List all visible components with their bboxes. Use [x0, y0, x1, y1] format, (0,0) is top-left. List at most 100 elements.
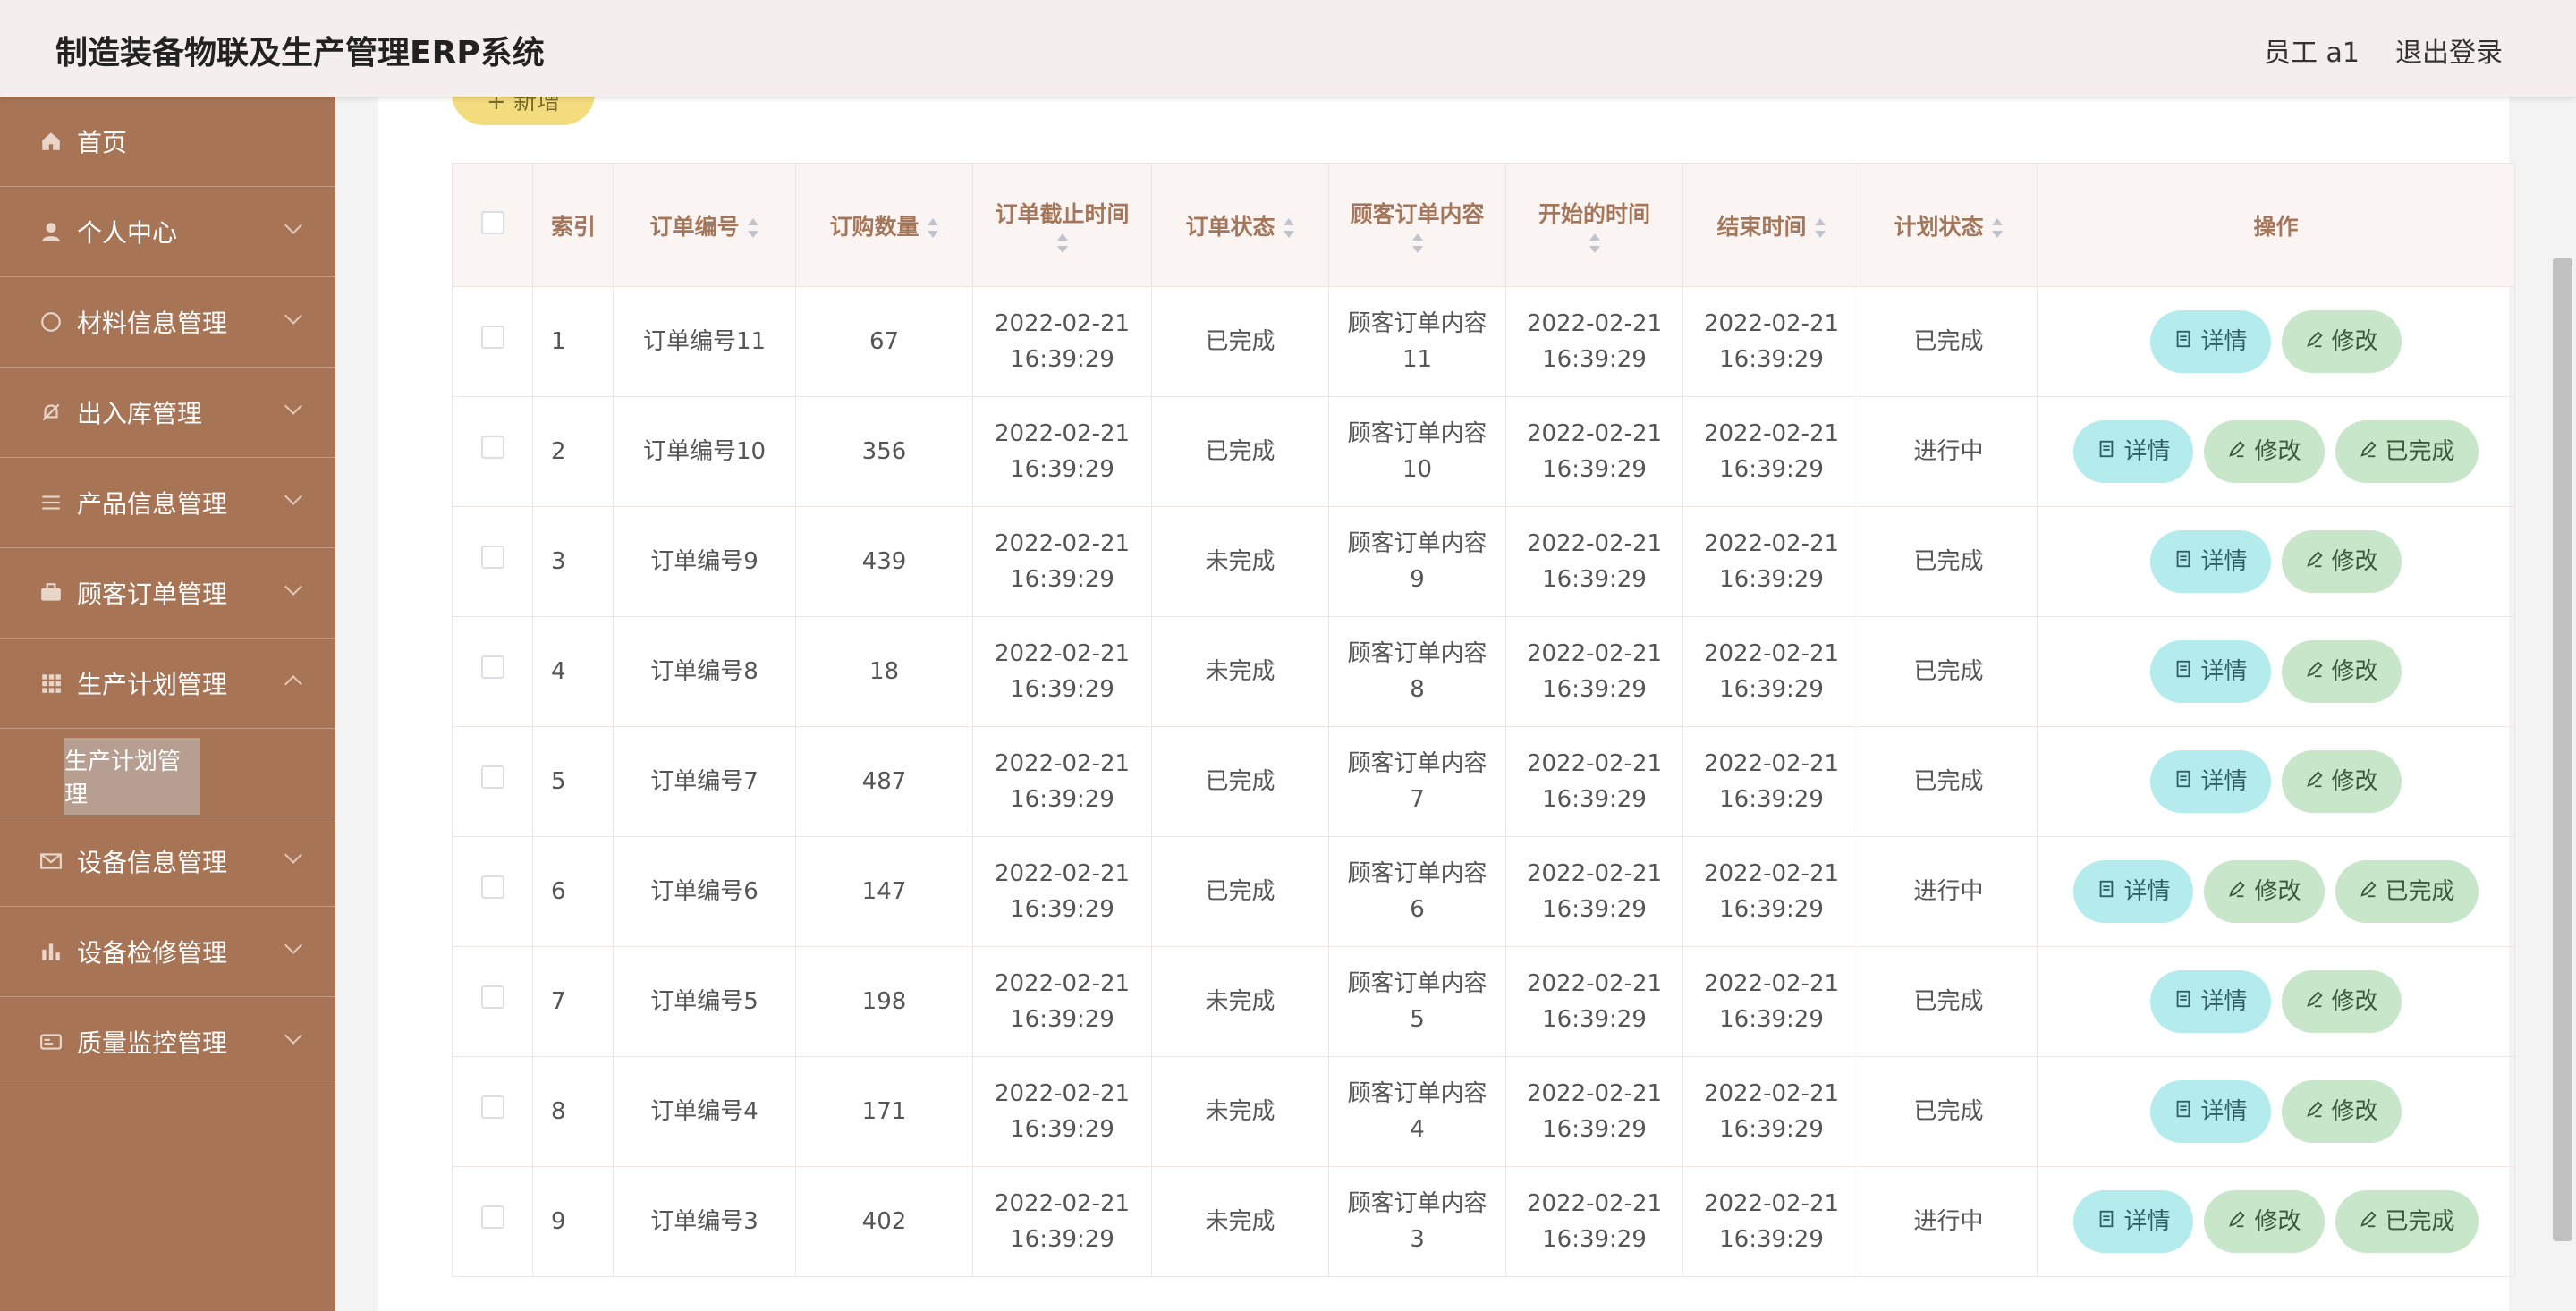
cell-actions: 详情 修改 已完成	[2037, 396, 2515, 507]
sidebar-item-7[interactable]: 生产计划管理	[0, 639, 335, 729]
row-checkbox[interactable]	[480, 326, 504, 349]
detail-button[interactable]: 详情	[2150, 530, 2271, 593]
col-header-deadline[interactable]: 订单截止时间	[972, 163, 1152, 287]
row-checkbox-cell[interactable]	[452, 286, 533, 397]
document-icon	[2174, 654, 2200, 689]
sort-icon[interactable]	[1991, 217, 2004, 239]
edit-button[interactable]: 修改	[2281, 970, 2402, 1033]
user-label[interactable]: 员工 a1	[2264, 30, 2360, 70]
content-card: + 新增 索引 订单编号 订购数量 订单截止时间 订单状态 顾客订单内容 开始的…	[378, 97, 2515, 1311]
edit-button[interactable]: 修改	[2204, 420, 2325, 483]
mark-done-button[interactable]: 已完成	[2334, 420, 2479, 483]
cell-order-no: 订单编号11	[613, 286, 796, 397]
cell-qty: 18	[795, 616, 973, 727]
sort-icon[interactable]	[1283, 217, 1295, 239]
cell-order-no: 订单编号7	[613, 726, 796, 837]
row-checkbox[interactable]	[480, 436, 504, 459]
row-checkbox-cell[interactable]	[452, 396, 533, 507]
sidebar-item-5[interactable]: 产品信息管理	[0, 458, 335, 548]
cell-qty: 487	[795, 726, 973, 837]
document-icon	[2097, 1204, 2123, 1239]
document-icon	[2174, 544, 2200, 579]
detail-button[interactable]: 详情	[2073, 1190, 2194, 1253]
row-checkbox[interactable]	[480, 656, 504, 679]
select-all-checkbox[interactable]	[480, 210, 504, 234]
edit-button[interactable]: 修改	[2281, 1080, 2402, 1143]
detail-button[interactable]: 详情	[2150, 1080, 2271, 1143]
edit-button[interactable]: 修改	[2204, 1190, 2325, 1253]
sort-icon[interactable]	[927, 217, 939, 239]
sort-icon[interactable]	[1589, 233, 1601, 254]
cell-content: 顾客订单内容 6	[1328, 836, 1506, 947]
cell-plan-status: 已完成	[1860, 506, 2038, 617]
chevron-down-icon	[284, 578, 302, 596]
sidebar-item-3[interactable]: 材料信息管理	[0, 277, 335, 368]
sidebar-item-2[interactable]: 个人中心	[0, 187, 335, 277]
cell-start: 2022-02-21 16:39:29	[1505, 946, 1683, 1057]
cell-deadline: 2022-02-21 16:39:29	[972, 396, 1152, 507]
edit-button[interactable]: 修改	[2281, 310, 2402, 373]
detail-button[interactable]: 详情	[2073, 860, 2194, 923]
col-header-end[interactable]: 结束时间	[1682, 163, 1860, 287]
row-checkbox-cell[interactable]	[452, 946, 533, 1057]
edit-button[interactable]: 修改	[2281, 640, 2402, 703]
list-icon	[39, 491, 63, 514]
edit-button[interactable]: 修改	[2204, 860, 2325, 923]
add-button[interactable]: + 新增	[452, 97, 595, 125]
row-checkbox-cell[interactable]	[452, 836, 533, 947]
sidebar-item-6[interactable]: 顾客订单管理	[0, 548, 335, 639]
edit-button[interactable]: 修改	[2281, 750, 2402, 813]
scrollbar[interactable]	[2553, 258, 2572, 1241]
user-icon	[39, 220, 63, 243]
detail-button[interactable]: 详情	[2150, 310, 2271, 373]
pencil-icon	[2305, 1094, 2332, 1129]
chevron-up-icon	[284, 675, 302, 693]
sort-icon[interactable]	[1814, 217, 1826, 239]
cell-order-status: 未完成	[1151, 1166, 1329, 1277]
detail-button[interactable]: 详情	[2150, 970, 2271, 1033]
col-header-qty[interactable]: 订购数量	[795, 163, 973, 287]
col-header-start[interactable]: 开始的时间	[1505, 163, 1683, 287]
sort-icon[interactable]	[747, 217, 759, 239]
col-header-order-no[interactable]: 订单编号	[613, 163, 796, 287]
submenu-item-production-plan[interactable]: 生产计划管理	[64, 738, 200, 815]
row-checkbox-cell[interactable]	[452, 1056, 533, 1167]
row-checkbox[interactable]	[480, 1205, 504, 1229]
detail-button[interactable]: 详情	[2073, 420, 2194, 483]
col-header-content[interactable]: 顾客订单内容	[1328, 163, 1506, 287]
sidebar-item-4[interactable]: 出入库管理	[0, 368, 335, 458]
row-checkbox-cell[interactable]	[452, 506, 533, 617]
cell-content: 顾客订单内容 5	[1328, 946, 1506, 1057]
row-checkbox-cell[interactable]	[452, 1166, 533, 1277]
detail-button[interactable]: 详情	[2150, 640, 2271, 703]
select-all-checkbox-cell[interactable]	[452, 163, 533, 287]
cell-start: 2022-02-21 16:39:29	[1505, 836, 1683, 947]
briefcase-icon	[39, 581, 63, 605]
sidebar-item-10[interactable]: 质量监控管理	[0, 997, 335, 1087]
row-checkbox[interactable]	[480, 985, 504, 1009]
row-checkbox-cell[interactable]	[452, 726, 533, 837]
pencil-icon	[2359, 1204, 2385, 1239]
row-checkbox[interactable]	[480, 765, 504, 789]
logout-link[interactable]: 退出登录	[2395, 30, 2503, 70]
sidebar-item-8[interactable]: 设备信息管理	[0, 816, 335, 907]
sort-icon[interactable]	[1056, 233, 1069, 254]
col-header-order-status[interactable]: 订单状态	[1151, 163, 1329, 287]
row-checkbox[interactable]	[480, 546, 504, 569]
row-checkbox-cell[interactable]	[452, 616, 533, 727]
detail-button[interactable]: 详情	[2150, 750, 2271, 813]
mark-done-button[interactable]: 已完成	[2334, 860, 2479, 923]
cell-order-status: 已完成	[1151, 836, 1329, 947]
mark-done-button[interactable]: 已完成	[2334, 1190, 2479, 1253]
document-icon	[2174, 764, 2200, 799]
edit-button[interactable]: 修改	[2281, 530, 2402, 593]
row-checkbox[interactable]	[480, 1095, 504, 1119]
home-icon	[39, 130, 63, 153]
sidebar-item-1[interactable]: 首页	[0, 97, 335, 187]
col-header-plan-status[interactable]: 计划状态	[1860, 163, 2038, 287]
sidebar-item-9[interactable]: 设备检修管理	[0, 907, 335, 997]
row-checkbox[interactable]	[480, 875, 504, 899]
sort-icon[interactable]	[1411, 233, 1424, 254]
cell-plan-status: 已完成	[1860, 1056, 2038, 1167]
cell-deadline: 2022-02-21 16:39:29	[972, 946, 1152, 1057]
